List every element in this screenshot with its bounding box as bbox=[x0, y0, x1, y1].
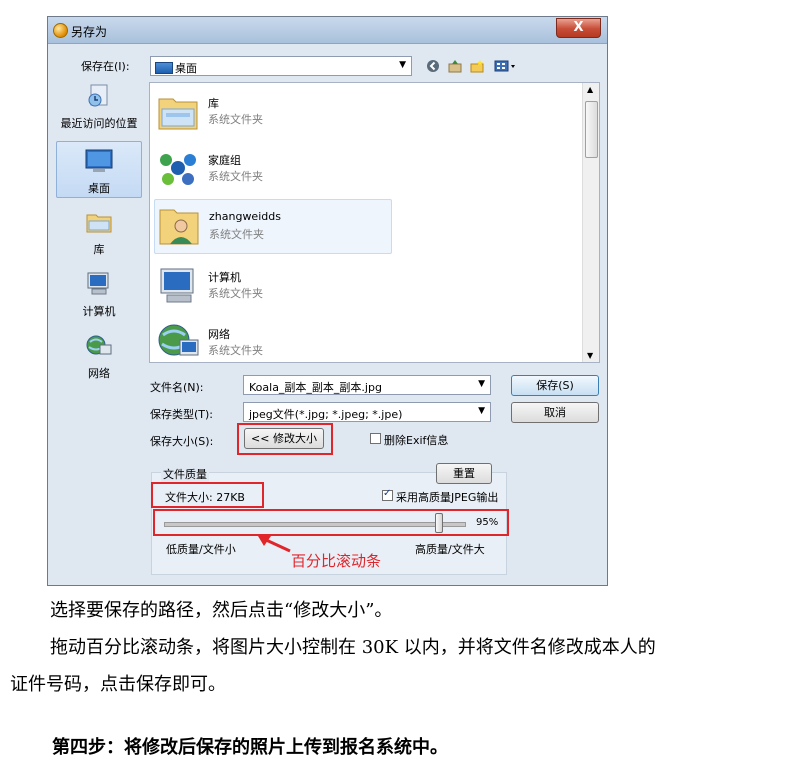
title-bar[interactable]: 另存为 X bbox=[48, 17, 607, 44]
file-list-scrollbar[interactable]: ▲ ▼ bbox=[582, 83, 599, 362]
save-in-label: 保存在(I): bbox=[81, 60, 130, 73]
chevron-down-icon: ▼ bbox=[399, 60, 406, 70]
view-menu-icon[interactable] bbox=[494, 59, 518, 73]
highlight-filesize bbox=[151, 482, 264, 508]
callout-arrow-icon bbox=[258, 536, 291, 553]
chevron-down-icon: ▼ bbox=[478, 379, 485, 389]
close-button[interactable]: X bbox=[556, 18, 601, 38]
file-type: 系统文件夹 bbox=[209, 228, 264, 241]
recent-places-icon bbox=[88, 84, 108, 107]
filename-value: Koala_副本_副本_副本.jpg bbox=[249, 381, 382, 394]
chevron-down-icon: ▼ bbox=[478, 406, 485, 416]
save-in-value: 桌面 bbox=[175, 62, 197, 75]
remove-exif-label: 删除Exif信息 bbox=[384, 434, 449, 447]
instruction-line-2: 拖动百分比滚动条，将图片大小控制在 30K 以内，并将文件名修改成本人的 bbox=[50, 637, 656, 658]
user-folder-icon bbox=[159, 209, 199, 245]
file-name: 家庭组 bbox=[208, 154, 241, 167]
low-quality-label: 低质量/文件小 bbox=[166, 543, 236, 556]
reset-button[interactable]: 重置 bbox=[436, 463, 492, 484]
app-icon bbox=[53, 23, 68, 38]
computer-icon bbox=[87, 272, 109, 295]
cancel-button[interactable]: 取消 bbox=[511, 402, 599, 423]
save-button[interactable]: 保存(S) bbox=[511, 375, 599, 396]
homegroup-icon bbox=[160, 154, 196, 185]
nav-label: 最近访问的位置 bbox=[60, 117, 138, 130]
filetype-label: 保存类型(T): bbox=[150, 408, 214, 421]
filename-label: 文件名(N): bbox=[150, 381, 204, 394]
scroll-up-icon[interactable]: ▲ bbox=[587, 85, 593, 94]
list-item-selected[interactable]: zhangweidds 系统文件夹 bbox=[154, 199, 392, 254]
filetype-value: jpeg文件(*.jpg; *.jpeg; *.jpe) bbox=[249, 408, 403, 421]
list-item[interactable]: 计算机 系统文件夹 bbox=[154, 259, 394, 311]
nav-network[interactable]: 网络 bbox=[56, 333, 142, 381]
save-as-dialog: 另存为 X 保存在(I): 桌面 ▼ 最近访问的位置 桌面 库 计算机 网络 库… bbox=[47, 16, 608, 586]
file-type: 系统文件夹 bbox=[208, 170, 263, 183]
nav-recent-places[interactable]: 最近访问的位置 bbox=[56, 83, 142, 131]
file-name: 库 bbox=[208, 97, 219, 110]
high-quality-jpeg-label: 采用高质量JPEG输出 bbox=[396, 491, 499, 504]
scrollbar-thumb[interactable] bbox=[585, 101, 598, 158]
filename-input[interactable]: Koala_副本_副本_副本.jpg ▼ bbox=[243, 375, 491, 395]
highlight-slider bbox=[153, 509, 509, 536]
instruction-line-1: 选择要保存的路径，然后点击“修改大小”。 bbox=[50, 600, 393, 621]
nav-computer[interactable]: 计算机 bbox=[56, 271, 142, 319]
list-item[interactable]: 库 系统文件夹 bbox=[154, 85, 394, 137]
save-in-dropdown[interactable]: 桌面 ▼ bbox=[150, 56, 412, 76]
scroll-down-icon[interactable]: ▼ bbox=[587, 351, 593, 360]
list-item[interactable]: 网络 系统文件夹 bbox=[154, 316, 394, 362]
list-item[interactable]: 家庭组 系统文件夹 bbox=[154, 142, 394, 194]
file-type: 系统文件夹 bbox=[208, 344, 263, 357]
network-icon bbox=[86, 335, 112, 355]
nav-label: 网络 bbox=[88, 367, 110, 380]
up-folder-icon[interactable] bbox=[448, 59, 462, 73]
desktop-icon bbox=[85, 149, 113, 172]
slider-callout-label: 百分比滚动条 bbox=[291, 552, 382, 570]
high-quality-jpeg-checkbox[interactable] bbox=[382, 488, 393, 501]
new-folder-icon[interactable] bbox=[470, 59, 484, 73]
instruction-line-3: 证件号码，点击保存即可。 bbox=[10, 674, 226, 695]
nav-label: 库 bbox=[93, 243, 105, 256]
nav-label: 桌面 bbox=[88, 182, 110, 195]
file-name: zhangweidds bbox=[209, 210, 281, 223]
file-name: 网络 bbox=[208, 328, 230, 341]
nav-label: 计算机 bbox=[82, 305, 116, 318]
file-type: 系统文件夹 bbox=[208, 287, 263, 300]
dialog-title: 另存为 bbox=[71, 25, 108, 39]
filetype-select[interactable]: jpeg文件(*.jpg; *.jpeg; *.jpe) ▼ bbox=[243, 402, 491, 422]
back-icon[interactable] bbox=[426, 59, 440, 73]
save-size-label: 保存大小(S): bbox=[150, 435, 214, 448]
high-quality-label: 高质量/文件大 bbox=[415, 543, 485, 556]
library-folder-icon bbox=[158, 98, 198, 130]
highlight-resize-button bbox=[237, 423, 333, 455]
computer-icon bbox=[160, 268, 194, 303]
nav-desktop[interactable]: 桌面 bbox=[56, 141, 142, 198]
file-name: 计算机 bbox=[208, 271, 241, 284]
nav-library[interactable]: 库 bbox=[56, 209, 142, 257]
quality-group-label: 文件质量 bbox=[161, 466, 209, 482]
step-four-heading: 第四步：将修改后保存的照片上传到报名系统中。 bbox=[52, 737, 448, 758]
desktop-small-icon bbox=[155, 62, 173, 74]
remove-exif-checkbox[interactable] bbox=[370, 433, 381, 444]
library-icon bbox=[86, 214, 112, 233]
file-list[interactable]: 库 系统文件夹 家庭组 系统文件夹 zhangweidds 系统文件夹 计算机 … bbox=[149, 82, 600, 363]
network-icon bbox=[158, 324, 199, 356]
file-type: 系统文件夹 bbox=[208, 113, 263, 126]
